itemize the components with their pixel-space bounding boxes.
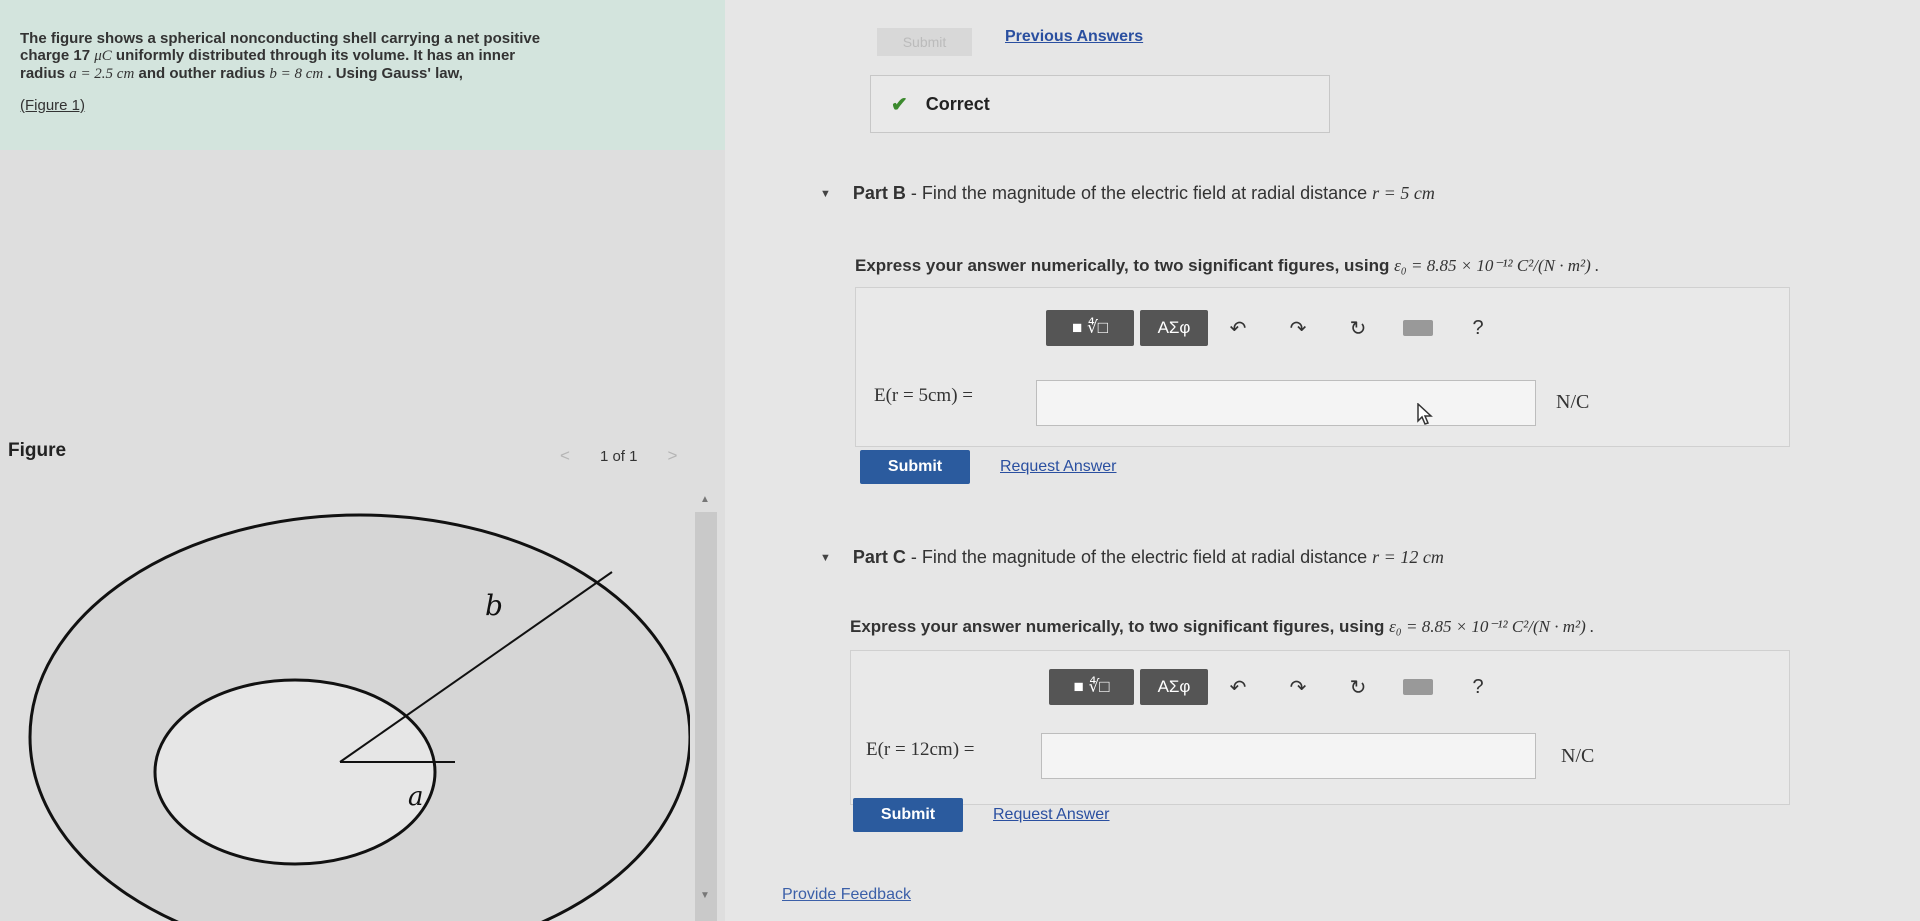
part-b-epsilon: ε₀ = 8.85 × 10⁻¹² C²/(N · m²) . bbox=[1394, 256, 1600, 275]
part-c-toolbar: ■ ∜□ ΑΣφ ↶ ↷ ↻ ? bbox=[1049, 669, 1508, 705]
part-b-unit: N/C bbox=[1556, 391, 1590, 413]
problem-line-3-post: . Using Gauss' law, bbox=[323, 65, 463, 82]
shell-diagram: b a bbox=[28, 513, 690, 921]
problem-line-2: charge 17 μC uniformly distributed throu… bbox=[20, 47, 700, 65]
previous-answers-link[interactable]: Previous Answers bbox=[1005, 28, 1143, 46]
part-c-instruction-text: Express your answer numerically, to two … bbox=[850, 617, 1390, 636]
part-c-submit-button[interactable]: Submit bbox=[853, 798, 963, 832]
redo-icon[interactable]: ↷ bbox=[1268, 316, 1328, 341]
correct-feedback: ✔ Correct bbox=[870, 75, 1330, 133]
undo-icon[interactable]: ↶ bbox=[1208, 675, 1268, 700]
help-icon[interactable]: ? bbox=[1448, 676, 1508, 699]
label-a: a bbox=[408, 782, 424, 812]
figure-panel: Figure < 1 of 1 > b a ▲ ▼ bbox=[0, 150, 725, 921]
part-b-answer-input[interactable] bbox=[1036, 380, 1536, 426]
part-c-header[interactable]: ▼ Part C - Find the magnitude of the ele… bbox=[820, 547, 1444, 568]
part-c-answer-input[interactable] bbox=[1041, 733, 1536, 779]
reset-icon[interactable]: ↻ bbox=[1328, 675, 1388, 700]
part-c-request-answer-link[interactable]: Request Answer bbox=[993, 806, 1110, 824]
next-figure-arrow-icon[interactable]: > bbox=[667, 446, 677, 466]
charge-unit: μC bbox=[94, 48, 112, 64]
part-c-label: Part C bbox=[852, 547, 906, 567]
part-b-submit-button[interactable]: Submit bbox=[860, 450, 970, 484]
problem-line-3-mid: and outher radius bbox=[134, 65, 270, 82]
part-c-question: - Find the magnitude of the electric fie… bbox=[905, 547, 1373, 567]
part-c-eq-label: E(r = 12cm) = bbox=[866, 739, 975, 760]
part-c-radius: r = 12 cm bbox=[1372, 547, 1444, 567]
problem-line-2-pre: charge 17 bbox=[20, 47, 95, 64]
caret-down-icon: ▼ bbox=[820, 187, 831, 200]
scroll-up-icon[interactable]: ▲ bbox=[700, 494, 710, 505]
scroll-down-icon[interactable]: ▼ bbox=[700, 890, 710, 901]
inner-cavity bbox=[153, 678, 437, 866]
problem-statement: The figure shows a spherical nonconducti… bbox=[20, 30, 700, 83]
part-b-header[interactable]: ▼ Part B - Find the magnitude of the ele… bbox=[820, 183, 1435, 204]
part-b-toolbar: ■ ∜□ ΑΣφ ↶ ↷ ↻ ? bbox=[1046, 310, 1508, 346]
keyboard-icon[interactable] bbox=[1388, 679, 1448, 695]
inner-radius: a = 2.5 cm bbox=[69, 66, 135, 82]
part-b-eq-label: E(r = 5cm) = bbox=[874, 385, 973, 406]
templates-button[interactable]: ■ ∜□ bbox=[1046, 310, 1134, 346]
problem-line-1: The figure shows a spherical nonconducti… bbox=[20, 30, 541, 47]
problem-panel: The figure shows a spherical nonconducti… bbox=[0, 0, 725, 150]
part-b-radius: r = 5 cm bbox=[1372, 183, 1435, 203]
problem-line-2-post: uniformly distributed through its volume… bbox=[111, 47, 516, 64]
part-b-title: Part B - Find the magnitude of the elect… bbox=[853, 183, 1435, 204]
part-b-instruction: Express your answer numerically, to two … bbox=[855, 256, 1599, 276]
templates-button[interactable]: ■ ∜□ bbox=[1049, 669, 1134, 705]
figure-link[interactable]: (Figure 1) bbox=[20, 97, 85, 114]
part-b-answer-box: ■ ∜□ ΑΣφ ↶ ↷ ↻ ? E(r = 5cm) = N/C bbox=[855, 287, 1790, 447]
part-c-title: Part C - Find the magnitude of the elect… bbox=[853, 547, 1444, 568]
figure-scrollbar[interactable] bbox=[695, 512, 717, 921]
correct-label: Correct bbox=[925, 93, 990, 114]
part-c-answer-box: ■ ∜□ ΑΣφ ↶ ↷ ↻ ? E(r = 12cm) = N/C bbox=[850, 650, 1790, 805]
part-b-request-answer-link[interactable]: Request Answer bbox=[1000, 458, 1117, 476]
caret-down-icon: ▼ bbox=[820, 551, 831, 564]
undo-icon[interactable]: ↶ bbox=[1208, 316, 1268, 341]
label-b: b bbox=[485, 589, 503, 622]
problem-line-3-pre: radius bbox=[20, 65, 70, 82]
greek-symbols-button[interactable]: ΑΣφ bbox=[1140, 669, 1208, 705]
part-c-instruction: Express your answer numerically, to two … bbox=[850, 617, 1594, 637]
part-c-epsilon: ε₀ = 8.85 × 10⁻¹² C²/(N · m²) . bbox=[1389, 617, 1595, 636]
keyboard-icon[interactable] bbox=[1388, 320, 1448, 336]
provide-feedback-link[interactable]: Provide Feedback bbox=[782, 886, 911, 904]
greek-symbols-button[interactable]: ΑΣφ bbox=[1140, 310, 1208, 346]
part-b-question: - Find the magnitude of the electric fie… bbox=[905, 183, 1373, 203]
figure-title: Figure bbox=[8, 440, 67, 461]
prev-figure-arrow-icon[interactable]: < bbox=[560, 446, 570, 466]
reset-icon[interactable]: ↻ bbox=[1328, 316, 1388, 341]
figure-pager: < 1 of 1 > bbox=[560, 446, 677, 466]
parts-panel: Submit Previous Answers ✔ Correct ▼ Part… bbox=[725, 0, 1920, 921]
figure-page-count: 1 of 1 bbox=[599, 447, 638, 465]
part-b-label: Part B bbox=[852, 183, 906, 203]
help-icon[interactable]: ? bbox=[1448, 317, 1508, 340]
checkmark-icon: ✔ bbox=[891, 93, 908, 116]
part-c-unit: N/C bbox=[1561, 745, 1595, 767]
part-a-submit-button[interactable]: Submit bbox=[877, 28, 972, 56]
redo-icon[interactable]: ↷ bbox=[1268, 675, 1328, 700]
part-b-instruction-text: Express your answer numerically, to two … bbox=[855, 256, 1395, 275]
problem-line-3: radius a = 2.5 cm and outher radius b = … bbox=[20, 65, 700, 83]
outer-radius: b = 8 cm bbox=[269, 66, 324, 82]
mouse-cursor-icon bbox=[1417, 403, 1433, 425]
